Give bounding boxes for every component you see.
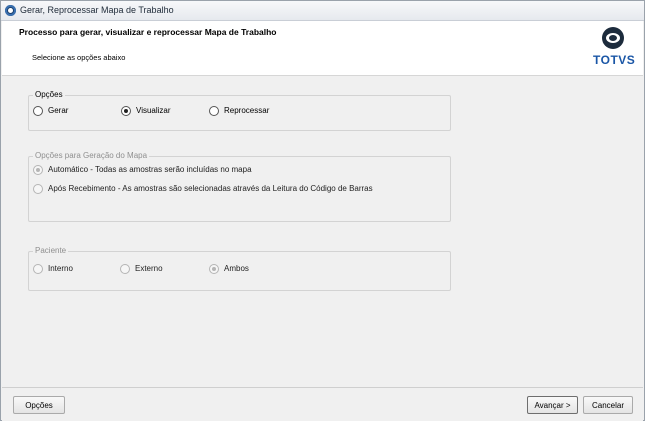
radio-ambos-label: Ambos [224,264,249,273]
radio-reprocessar[interactable]: Reprocessar [209,106,269,116]
wizard-content: Opções Gerar Visualizar Reprocessar Opçõ… [2,76,643,386]
radio-externo[interactable]: Externo [120,264,163,274]
radio-interno[interactable]: Interno [33,264,73,274]
radio-interno-label: Interno [48,264,73,273]
radio-automatico-label: Automático - Todas as amostras serão inc… [48,165,252,174]
group-geracao: Opções para Geração do Mapa Automático -… [28,151,451,222]
radio-automatico-dot[interactable] [33,165,43,175]
totvs-logo-icon [602,27,624,49]
radio-interno-dot[interactable] [33,264,43,274]
cancel-button[interactable]: Cancelar [583,396,633,414]
header-subtitle: Selecione as opções abaixo [32,53,126,62]
group-paciente-legend: Paciente [33,246,69,255]
radio-ambos[interactable]: Ambos [209,264,249,274]
wizard-header: Processo para gerar, visualizar e reproc… [2,21,643,76]
next-button[interactable]: Avançar > [527,396,578,414]
options-button[interactable]: Opções [13,396,65,414]
radio-visualizar-dot[interactable] [121,106,131,116]
radio-reprocessar-dot[interactable] [209,106,219,116]
radio-apos-recebimento[interactable]: Após Recebimento - As amostras são selec… [33,184,373,194]
group-geracao-legend: Opções para Geração do Mapa [33,151,150,160]
radio-externo-dot[interactable] [120,264,130,274]
radio-externo-label: Externo [135,264,163,273]
radio-gerar-dot[interactable] [33,106,43,116]
dialog-window: Gerar, Reprocessar Mapa de Trabalho Proc… [0,0,645,421]
radio-reprocessar-label: Reprocessar [224,106,270,115]
radio-gerar[interactable]: Gerar [33,106,68,116]
title-bar[interactable]: Gerar, Reprocessar Mapa de Trabalho [1,1,644,21]
radio-apos-recebimento-dot[interactable] [33,184,43,194]
group-opcoes-legend: Opções [33,90,65,99]
header-title: Processo para gerar, visualizar e reproc… [19,27,277,37]
totvs-app-icon [5,5,16,16]
group-paciente: Paciente Interno Externo Ambos [28,246,451,291]
totvs-logo: TOTVS [593,27,636,73]
group-opcoes: Opções Gerar Visualizar Reprocessar [28,90,451,131]
radio-apos-recebimento-label: Após Recebimento - As amostras são selec… [48,184,373,193]
radio-visualizar-label: Visualizar [136,106,171,115]
radio-ambos-dot[interactable] [209,264,219,274]
window-title: Gerar, Reprocessar Mapa de Trabalho [20,5,174,15]
wizard-footer: Opções Avançar > Cancelar [2,387,643,421]
radio-automatico[interactable]: Automático - Todas as amostras serão inc… [33,165,252,175]
radio-visualizar[interactable]: Visualizar [121,106,171,116]
radio-gerar-label: Gerar [48,106,69,115]
logo-text: TOTVS [593,53,636,67]
